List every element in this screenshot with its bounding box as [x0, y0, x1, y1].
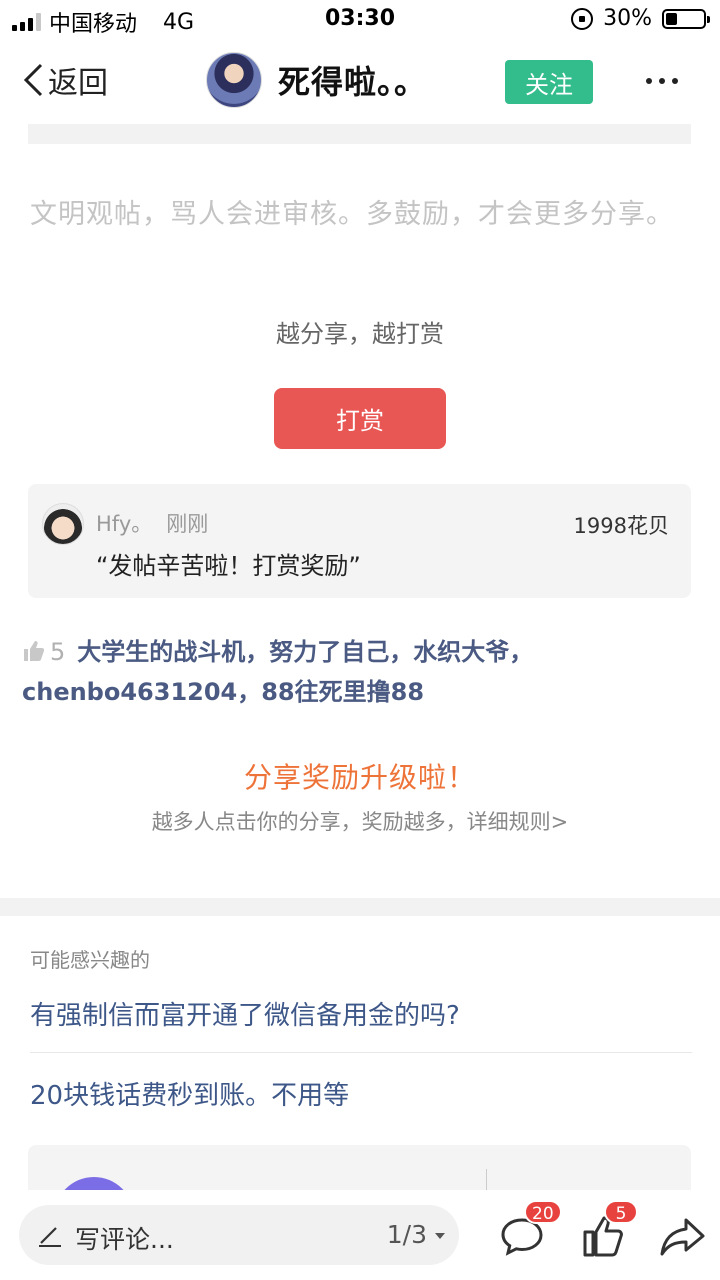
- liker-names[interactable]: 大学生的战斗机，努力了自己，水织大爷，chenbo4631204，88往死里撸8…: [22, 638, 533, 706]
- back-button[interactable]: 返回: [22, 58, 108, 102]
- battery-fill: [666, 12, 677, 25]
- likes-list: 5 大学生的战斗机，努力了自己，水织大爷，chenbo4631204，88往死里撸…: [22, 632, 694, 712]
- follow-button[interactable]: 关注: [505, 60, 593, 104]
- comment-count-badge: 20: [524, 1200, 562, 1224]
- reward-user-line: Hfy。 刚刚: [96, 508, 208, 538]
- interest-item[interactable]: 20块钱话费秒到账。不用等: [30, 1075, 692, 1112]
- avatar[interactable]: [206, 52, 262, 108]
- status-right: 30%: [571, 6, 710, 31]
- comment-placeholder: 写评论...: [75, 1225, 174, 1254]
- nav-bar: 返回 死得啦。。 关注: [0, 40, 720, 124]
- rotation-lock-icon: [571, 7, 594, 30]
- reward-record-card: Hfy。 刚刚 1998花贝 “发帖辛苦啦！打赏奖励”: [28, 484, 691, 598]
- reward-amount: 1998花贝: [573, 514, 669, 538]
- reward-user-avatar[interactable]: [42, 503, 84, 545]
- pen-icon: [39, 1227, 61, 1247]
- thumbs-up-icon: [24, 641, 45, 661]
- author-info[interactable]: 死得啦。。: [206, 52, 427, 108]
- interest-header: 可能感兴趣的: [30, 948, 150, 972]
- battery-percent: 30%: [603, 6, 652, 31]
- like-count: 5: [50, 638, 66, 666]
- chevron-down-icon[interactable]: [435, 1233, 445, 1239]
- battery-icon: [662, 8, 710, 29]
- reward-message: “发帖辛苦啦！打赏奖励”: [96, 552, 361, 580]
- page-indicator[interactable]: 1/3: [387, 1220, 427, 1249]
- reward-button[interactable]: 打赏: [274, 388, 446, 449]
- more-icon[interactable]: [646, 78, 678, 84]
- chevron-left-icon: [23, 63, 43, 97]
- card-divider: [486, 1169, 487, 1190]
- recommended-avatar: [54, 1177, 134, 1190]
- comment-button[interactable]: 20: [498, 1200, 562, 1260]
- status-bar: 中国移动 4G 03:30 30%: [0, 0, 720, 40]
- author-name[interactable]: 死得啦。。: [278, 57, 427, 103]
- share-icon: [660, 1218, 705, 1256]
- share-promo-title: 分享奖励升级啦！: [243, 761, 476, 794]
- reward-slogan: 越分享，越打赏: [276, 320, 444, 348]
- like-count-badge: 5: [604, 1200, 638, 1224]
- share-button[interactable]: [658, 1212, 706, 1260]
- civility-notice: 文明观帖，骂人会进审核。多鼓励，才会更多分享。: [30, 199, 674, 230]
- like-button[interactable]: 5: [580, 1200, 638, 1260]
- share-rules-link[interactable]: 越多人点击你的分享，奖励越多，详细规则>: [0, 806, 720, 836]
- section-divider: [0, 898, 720, 916]
- content-top-band: [28, 124, 691, 144]
- reward-time: 刚刚: [166, 512, 209, 536]
- bottom-bar: 写评论... 1/3 20 5: [0, 1190, 720, 1280]
- reward-user-name[interactable]: Hfy。: [96, 512, 152, 536]
- interest-item[interactable]: 有强制信而富开通了微信备用金的吗?: [30, 995, 692, 1053]
- comment-input[interactable]: 写评论... 1/3: [19, 1205, 459, 1265]
- back-label: 返回: [48, 66, 108, 101]
- recommended-card[interactable]: [28, 1145, 691, 1190]
